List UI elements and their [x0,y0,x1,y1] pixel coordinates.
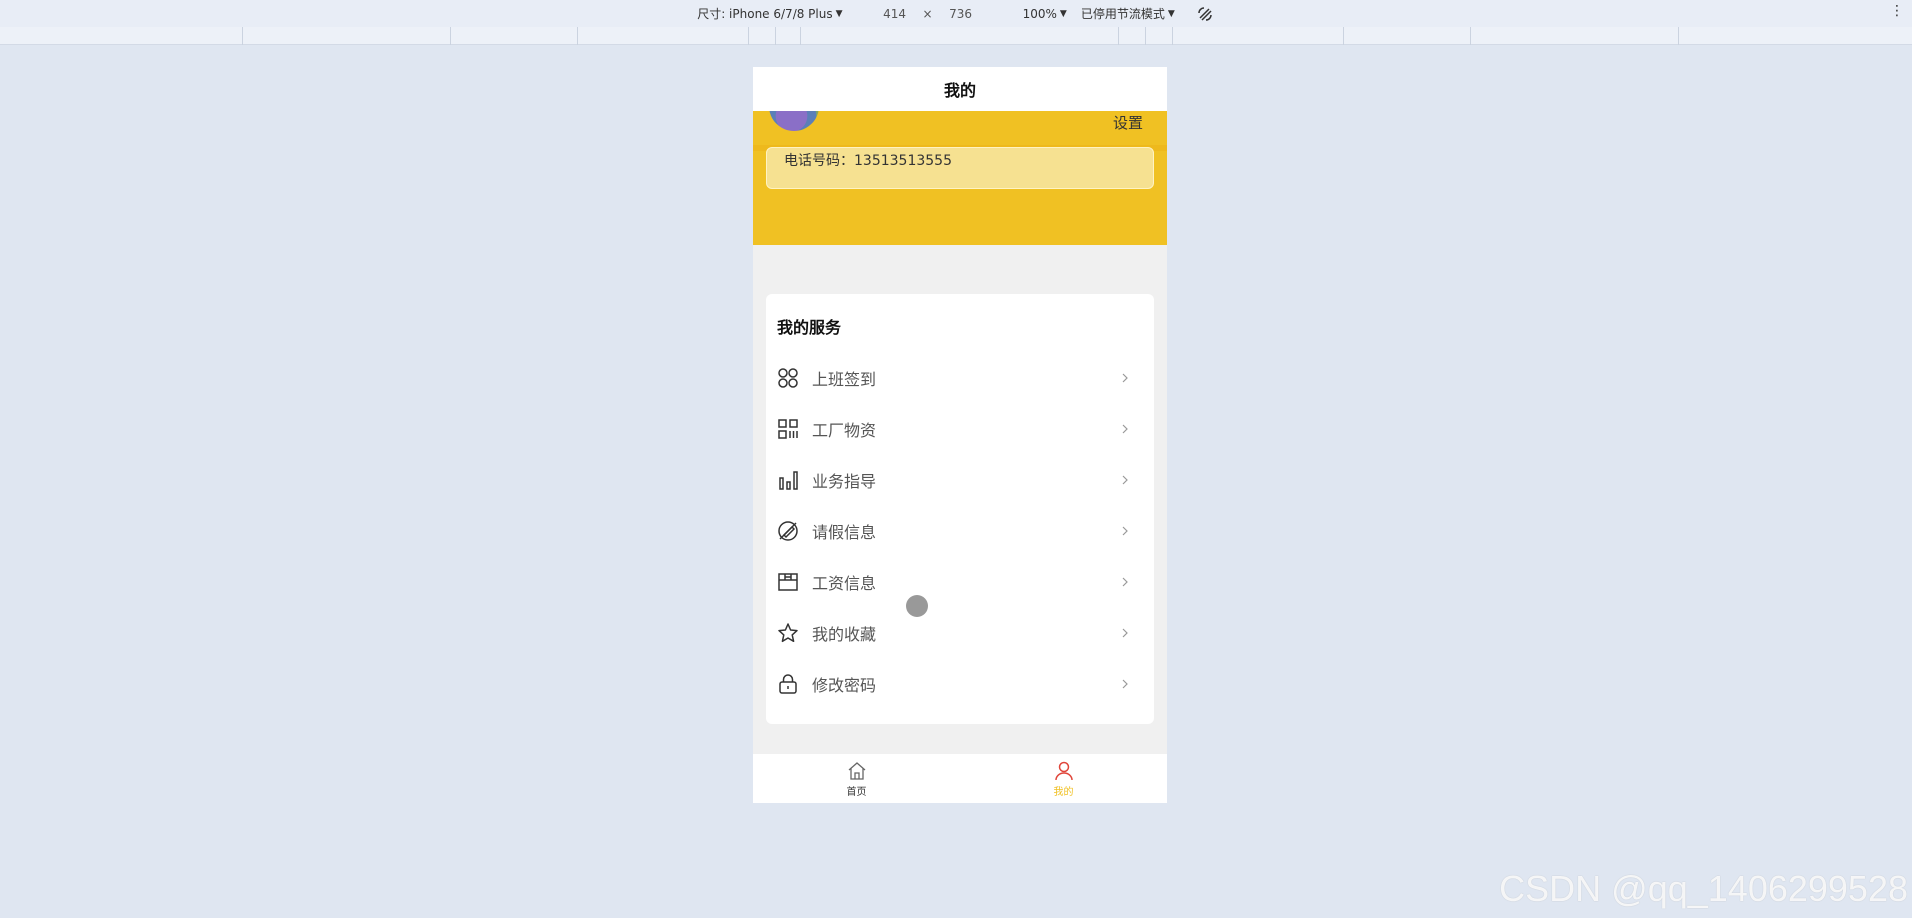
chevron-right-icon [1122,577,1128,586]
service-label: 工厂物资 [812,420,877,440]
more-options-icon[interactable]: ⋮ [1890,4,1904,18]
service-label: 上班签到 [812,369,877,389]
qrcode-icon [777,418,799,440]
settings-link[interactable]: 设置 [1113,112,1143,133]
service-item-guidance[interactable]: 业务指导 [766,454,1154,505]
bottom-tab-bar: 首页 我的 [753,754,1167,803]
throttle-label: 已停用节流模式 [1080,7,1165,21]
user-icon [1054,761,1073,780]
device-select[interactable]: 尺寸: iPhone 6/7/8 Plus ▼ [697,5,842,22]
tab-label: 我的 [1053,786,1074,798]
service-item-leave[interactable]: 请假信息 [766,505,1154,556]
service-item-checkin[interactable]: 上班签到 [766,352,1154,403]
chevron-right-icon [1122,679,1128,688]
bar-chart-icon [777,469,799,491]
chevron-down-icon: ▼ [835,8,843,19]
chevron-right-icon [1122,373,1128,382]
home-icon [848,761,865,780]
service-item-materials[interactable]: 工厂物资 [766,403,1154,454]
my-services-card: 我的服务 上班签到 工厂物资 业务指导 请假信息 工资信息 我的收藏 修改密码 [766,294,1154,724]
touch-cursor [906,595,928,617]
chevron-right-icon [1122,424,1128,433]
page-title: 我的 [753,67,1167,111]
service-label: 工资信息 [812,573,877,593]
service-item-password[interactable]: 修改密码 [766,658,1154,709]
media-query-ruler [0,27,1912,45]
services-list: 上班签到 工厂物资 业务指导 请假信息 工资信息 我的收藏 修改密码 [766,352,1154,709]
apps-grid-icon [777,367,799,389]
profile-header: 设置 电话号码：13513513555 [753,81,1167,245]
star-icon [777,622,799,644]
service-label: 请假信息 [812,522,877,542]
box-icon [777,571,799,593]
service-item-salary[interactable]: 工资信息 [766,556,1154,607]
zoom-label: 100% [1022,6,1057,21]
throttle-select[interactable]: 已停用节流模式 ▼ [1081,5,1175,22]
tab-label: 首页 [846,786,867,798]
zoom-select[interactable]: 100% ▼ [1023,7,1067,21]
watermark: CSDN @qq_1406299528 [1499,868,1908,909]
services-title: 我的服务 [777,318,842,337]
tab-mine[interactable]: 我的 [960,754,1167,803]
chevron-right-icon [1122,526,1128,535]
devtools-device-toolbar: 尺寸: iPhone 6/7/8 Plus ▼ 414 × 736 100% ▼… [0,0,1912,27]
chevron-down-icon: ▼ [1059,8,1067,19]
chevron-right-icon [1122,475,1128,484]
dimension-separator: × [922,6,933,21]
chevron-right-icon [1122,628,1128,637]
service-label: 修改密码 [812,675,877,695]
service-item-favorites[interactable]: 我的收藏 [766,607,1154,658]
phone-number-text: 电话号码：13513513555 [784,153,952,169]
phone-number-card: 电话号码：13513513555 [766,147,1154,189]
rotate-icon[interactable] [1195,4,1215,24]
no-edit-icon [777,520,799,542]
lock-icon [777,673,799,695]
service-label: 我的收藏 [812,624,877,644]
tab-home[interactable]: 首页 [753,754,960,803]
width-input[interactable]: 414 [875,7,915,21]
height-input[interactable]: 736 [941,7,981,21]
device-label: 尺寸: iPhone 6/7/8 Plus [697,7,833,21]
service-label: 业务指导 [812,471,877,491]
phone-viewport: 我的 设置 电话号码：13513513555 我的服务 上班签到 工厂物资 业务… [753,67,1167,803]
chevron-down-icon: ▼ [1167,8,1175,19]
